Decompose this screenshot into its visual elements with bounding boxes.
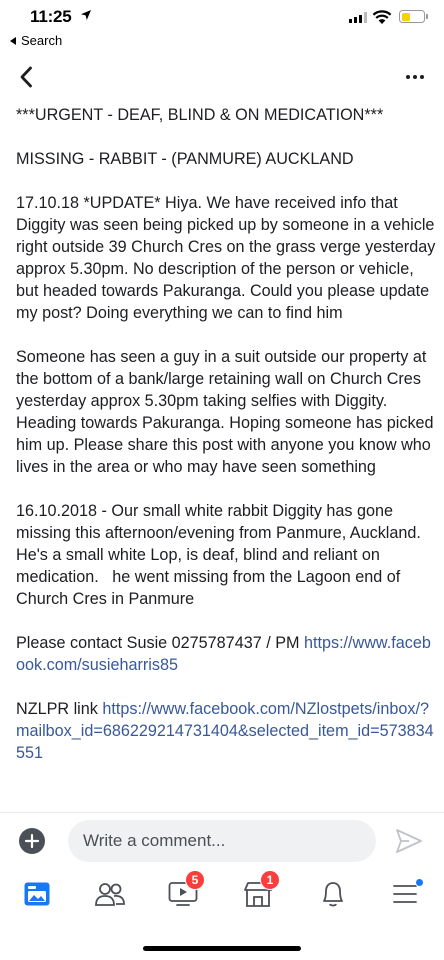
home-indicator: [143, 946, 301, 951]
marketplace-badge: 1: [260, 870, 280, 890]
status-bar: 11:25 Search: [0, 0, 444, 52]
post-original-paragraph: 16.10.2018 - Our small white rabbit Digg…: [16, 502, 426, 608]
cellular-signal-icon: [349, 12, 367, 23]
post-contact-paragraph: Please contact Susie 0275787437 / PM htt…: [16, 632, 436, 676]
back-to-search-link[interactable]: Search: [10, 33, 62, 48]
menu-icon: [393, 885, 417, 903]
contact-text: Please contact Susie 0275787437 / PM: [16, 634, 304, 652]
post-update-paragraph: 17.10.18 *UPDATE* Hiya. We have received…: [16, 194, 440, 322]
comment-input[interactable]: Write a comment...: [68, 820, 376, 862]
back-button[interactable]: [14, 62, 38, 92]
post-nzlpr-paragraph: NZLPR link https://www.facebook.com/NZlo…: [16, 698, 436, 764]
post-heading: ***URGENT - DEAF, BLIND & ON MEDICATION*…: [16, 106, 384, 124]
plus-circle-icon: [25, 834, 39, 848]
menu-notification-dot: [415, 878, 424, 887]
battery-icon: [399, 10, 428, 23]
tab-menu[interactable]: [385, 876, 425, 912]
friends-icon: [95, 883, 125, 906]
location-arrow-icon: [81, 10, 91, 20]
tab-friends[interactable]: [90, 876, 130, 912]
tab-news-feed[interactable]: [17, 876, 57, 912]
post-navigation-bar: [0, 58, 444, 100]
tab-notifications[interactable]: [313, 876, 353, 912]
back-triangle-icon: [10, 36, 16, 45]
nzlpr-text: NZLPR link: [16, 700, 103, 718]
add-attachment-button[interactable]: [19, 828, 45, 854]
comment-composer: Write a comment...: [0, 812, 444, 868]
send-icon[interactable]: [394, 827, 424, 855]
more-horizontal-icon: [406, 75, 410, 79]
chevron-left-icon: [20, 66, 32, 88]
bottom-tab-bar: 5 1: [0, 868, 444, 924]
clock-time: 11:25: [30, 7, 72, 26]
comment-placeholder: Write a comment...: [83, 831, 226, 850]
wifi-icon: [372, 10, 392, 24]
tab-watch[interactable]: 5: [163, 870, 205, 912]
notifications-bell-icon: [323, 882, 343, 907]
post-subheading: MISSING - RABBIT - (PANMURE) AUCKLAND: [16, 150, 354, 168]
tab-marketplace[interactable]: 1: [238, 870, 280, 912]
news-feed-icon: [24, 882, 50, 906]
post-body: ***URGENT - DEAF, BLIND & ON MEDICATION*…: [16, 104, 436, 786]
watch-badge: 5: [185, 870, 205, 890]
back-to-search-label: Search: [21, 33, 63, 48]
more-options-button[interactable]: [400, 64, 430, 90]
post-sighting-paragraph: Someone has seen a guy in a suit outside…: [16, 348, 439, 476]
